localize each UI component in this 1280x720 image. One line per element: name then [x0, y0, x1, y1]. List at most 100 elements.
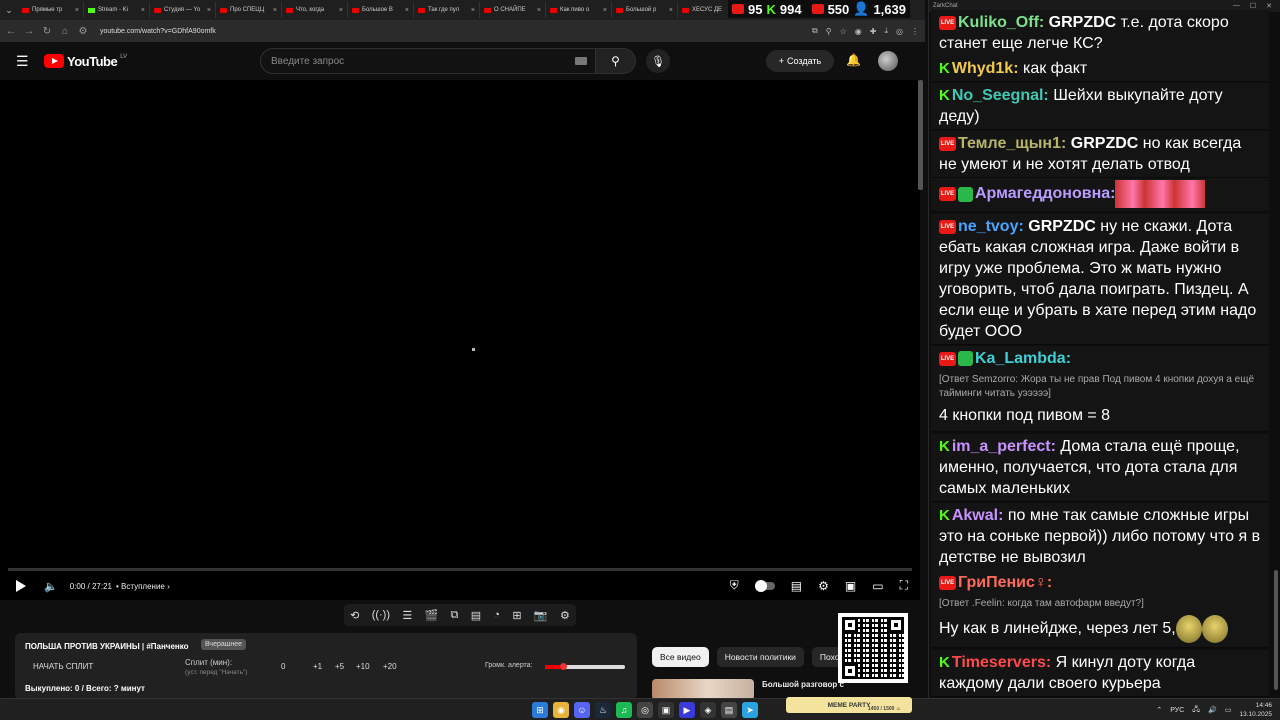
increment-1-button[interactable]: +1	[313, 662, 322, 671]
tray-chevron-icon[interactable]: ⌃	[1156, 706, 1162, 714]
browser-tab[interactable]: Как пиво о ×	[546, 2, 612, 18]
battery-icon[interactable]: ▭	[1225, 706, 1232, 714]
youtube-logo[interactable]: YouTube LV	[44, 54, 127, 69]
chip-all-videos[interactable]: Все видео	[652, 647, 709, 667]
clock[interactable]: 14:46 13.10.2025	[1239, 701, 1272, 719]
steam-icon[interactable]: ♨	[595, 702, 611, 718]
app-icon[interactable]: ▤	[721, 702, 737, 718]
speaker-icon[interactable]: 🔊	[1208, 706, 1217, 714]
extension-icon[interactable]: ◉	[855, 27, 862, 36]
browser-menu-icon[interactable]: ⋮	[911, 27, 919, 36]
tab-close-icon[interactable]: ×	[273, 7, 277, 14]
subtitles-icon[interactable]: ▤	[791, 579, 802, 593]
start-split-button[interactable]: НАЧАТЬ СПЛИТ	[33, 662, 93, 671]
volume-boost-icon[interactable]: ▤	[471, 609, 481, 622]
download-icon[interactable]: ⤓	[884, 26, 888, 36]
tab-close-icon[interactable]: ×	[141, 7, 145, 14]
clip-icon[interactable]: 🎬	[425, 609, 439, 622]
app-icon[interactable]: ◈	[700, 702, 716, 718]
keyboard-icon[interactable]	[575, 57, 587, 65]
tab-search-icon[interactable]: ⌄	[0, 0, 18, 20]
minimize-icon[interactable]: —	[1233, 2, 1240, 10]
page-scrollbar[interactable]	[918, 80, 923, 190]
app-icon[interactable]: ▣	[658, 702, 674, 718]
chapter-button[interactable]: • Вступление ›	[116, 582, 170, 591]
create-button[interactable]: + Создать	[766, 50, 834, 72]
loop-icon[interactable]: ⟲	[350, 609, 359, 622]
chat-username[interactable]: Akwal:	[952, 507, 1004, 524]
fullscreen-icon[interactable]: ⛶	[900, 578, 908, 593]
increment-20-button[interactable]: +20	[383, 662, 397, 671]
browser-tab[interactable]: Большое В ×	[348, 2, 414, 18]
shield-icon[interactable]: ⛨	[730, 578, 739, 593]
browser-tab[interactable]: Stream - Ki ×	[84, 2, 150, 18]
chat-username[interactable]: Темле_щын1:	[958, 135, 1066, 152]
reload-icon[interactable]: ↻	[42, 26, 52, 37]
chat-username[interactable]: im_a_perfect:	[952, 438, 1056, 455]
network-icon[interactable]: 🖧	[1192, 705, 1200, 716]
avatar[interactable]	[878, 51, 898, 71]
chat-username[interactable]: Ka_Lambda:	[975, 350, 1071, 367]
browser-tab[interactable]: Что, когда ×	[282, 2, 348, 18]
browser-tab[interactable]: Про СПЕЦЦ ×	[216, 2, 282, 18]
increment-5-button[interactable]: +5	[335, 662, 344, 671]
tab-close-icon[interactable]: ×	[339, 7, 343, 14]
recommendation-title[interactable]: Большой разговор с	[762, 680, 844, 689]
obs-icon[interactable]: ◎	[637, 702, 653, 718]
volume-icon[interactable]: 🔈	[44, 580, 58, 593]
theater-mode-icon[interactable]: ▭	[872, 579, 883, 593]
tab-close-icon[interactable]: ×	[603, 7, 607, 14]
url-field[interactable]: youtube.com/watch?v=GDhfA90omfk	[96, 28, 804, 35]
spotify-icon[interactable]: ♫	[616, 702, 632, 718]
chip-politics-news[interactable]: Новости политики	[716, 647, 804, 667]
chat-username[interactable]: Kuliko_Off:	[958, 14, 1044, 31]
browser-tab[interactable]: Так где пул ×	[414, 2, 480, 18]
video-player[interactable]: 🔈 0:00 / 27:21 • Вступление › ⛨ ▤ ⚙ ▣ ▭ …	[0, 80, 920, 600]
settings-gear-icon[interactable]: ⚙	[818, 579, 829, 593]
tab-close-icon[interactable]: ×	[669, 7, 673, 14]
bookmark-icon[interactable]: ☆	[840, 27, 847, 36]
miniplayer-icon[interactable]: ▣	[845, 579, 856, 593]
search-button[interactable]: ⚲	[596, 48, 636, 74]
profile-icon[interactable]: ◎	[896, 27, 903, 36]
browser-tab[interactable]: Прямые тр ×	[18, 2, 84, 18]
chat-username[interactable]: Армагеддоновна:	[975, 185, 1115, 202]
chat-username[interactable]: Whyd1k:	[952, 60, 1019, 77]
browser-tab[interactable]: О СНАЙПЕ ×	[480, 2, 546, 18]
chat-scrollbar[interactable]	[1274, 570, 1278, 690]
discord-icon[interactable]: ☺	[574, 702, 590, 718]
extensions-icon[interactable]: ✚	[870, 27, 877, 36]
install-icon[interactable]: ⧉	[812, 26, 818, 36]
close-icon[interactable]: ✕	[1266, 2, 1272, 10]
add-icon[interactable]: ⊞	[512, 609, 521, 622]
alert-volume-slider[interactable]	[545, 663, 625, 670]
alert-volume-knob[interactable]	[559, 663, 567, 670]
progress-bar[interactable]	[8, 568, 912, 571]
autoplay-toggle[interactable]	[754, 579, 775, 592]
chrome-icon[interactable]: ◉	[553, 702, 569, 718]
forward-icon[interactable]: →	[24, 26, 34, 37]
tab-close-icon[interactable]: ×	[207, 7, 211, 14]
tab-close-icon[interactable]: ×	[405, 7, 409, 14]
telegram-icon[interactable]: ➤	[742, 702, 758, 718]
search-input[interactable]: Введите запрос	[260, 48, 596, 74]
chat-username[interactable]: Timeservers:	[952, 654, 1051, 671]
tab-close-icon[interactable]: ×	[471, 7, 475, 14]
chat-username[interactable]: ne_tvoy:	[958, 218, 1024, 235]
extension-settings-icon[interactable]: ⚙	[560, 609, 570, 622]
language-indicator[interactable]: РУС	[1170, 707, 1184, 714]
home-icon[interactable]: ⌂	[60, 26, 70, 37]
tab-close-icon[interactable]: ×	[537, 7, 541, 14]
increment-10-button[interactable]: +10	[356, 662, 370, 671]
notifications-bell-icon[interactable]: 🔔	[846, 53, 861, 67]
site-info-icon[interactable]: ⚙	[78, 26, 88, 37]
chat-username[interactable]: No_Seegnal:	[952, 87, 1049, 104]
speed-icon[interactable]: ◔	[493, 609, 500, 621]
broadcast-icon[interactable]: ((·))	[372, 609, 390, 621]
picture-in-picture-icon[interactable]: ⧉	[451, 609, 459, 622]
maximize-icon[interactable]: ☐	[1250, 2, 1256, 10]
media-player-icon[interactable]: ▶	[679, 702, 695, 718]
browser-tab[interactable]: Студия — Yo ×	[150, 2, 216, 18]
playlist-icon[interactable]: ☰	[402, 609, 412, 622]
back-icon[interactable]: ←	[6, 26, 16, 37]
